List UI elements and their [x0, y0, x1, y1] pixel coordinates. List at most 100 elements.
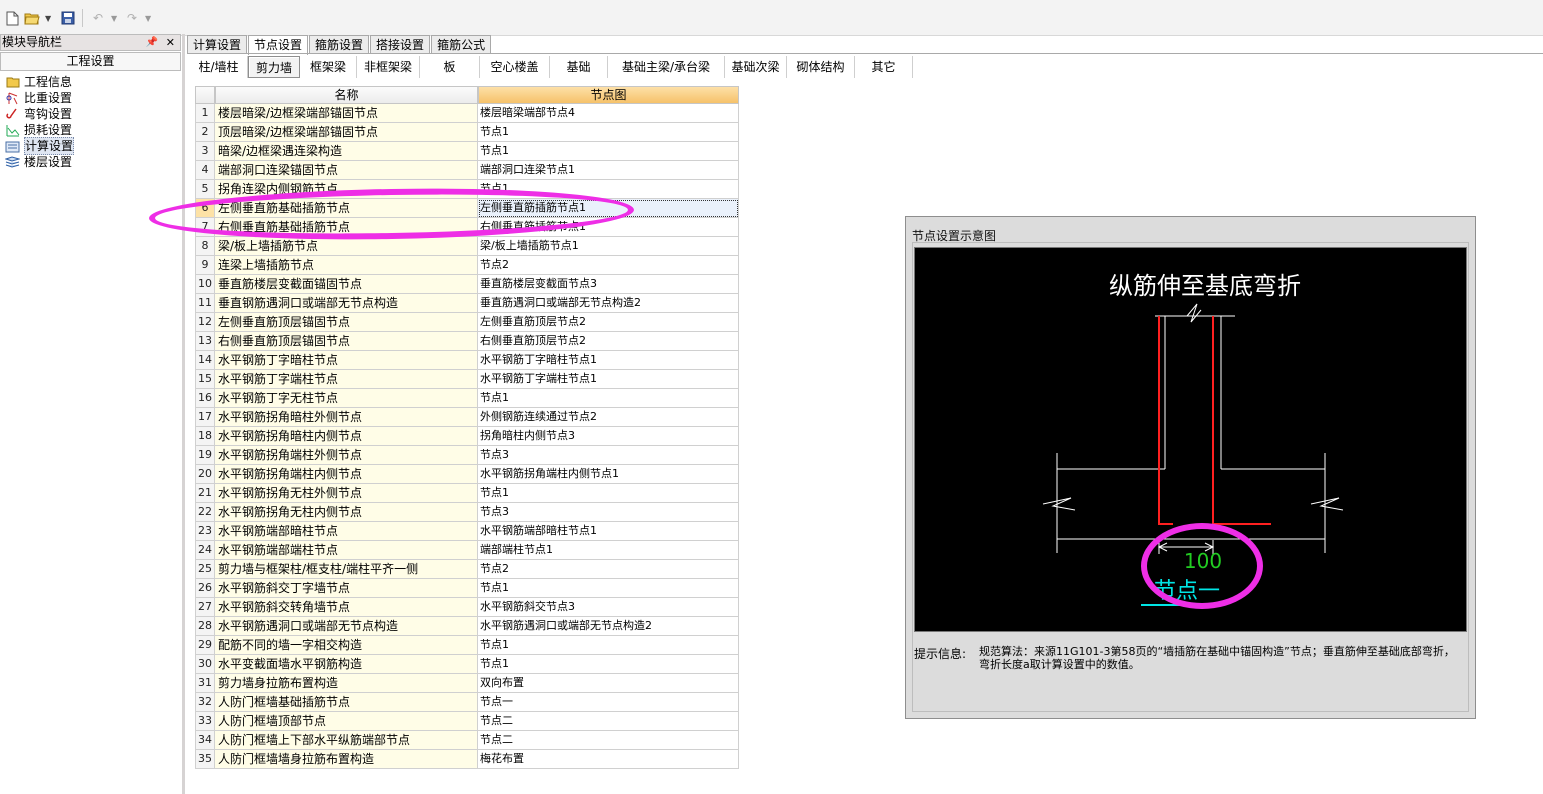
row-node-select[interactable]: 节点3	[478, 503, 739, 522]
row-number[interactable]: 28	[195, 617, 215, 636]
table-row[interactable]: 15 水平钢筋丁字端柱节点 水平钢筋丁字端柱节点1	[195, 370, 739, 389]
subtab-masonry[interactable]: 砌体结构	[787, 56, 855, 78]
row-number[interactable]: 26	[195, 579, 215, 598]
row-number[interactable]: 27	[195, 598, 215, 617]
row-number[interactable]: 4	[195, 161, 215, 180]
row-node-select[interactable]: 拐角暗柱内侧节点3	[478, 427, 739, 446]
row-node-select[interactable]: 水平钢筋遇洞口或端部无节点构造2	[478, 617, 739, 636]
tab-lap-settings[interactable]: 搭接设置	[370, 35, 431, 54]
row-number[interactable]: 33	[195, 712, 215, 731]
header-name[interactable]: 名称	[215, 86, 478, 104]
row-node-select[interactable]: 节点一	[478, 693, 739, 712]
row-number[interactable]: 30	[195, 655, 215, 674]
row-node-select[interactable]: 右侧垂直筋插筋节点1	[478, 218, 739, 237]
row-node-select[interactable]: 端部端柱节点1	[478, 541, 739, 560]
table-row[interactable]: 2 顶层暗梁/边框梁端部锚固节点 节点1	[195, 123, 739, 142]
subtab-foundation-main-beam[interactable]: 基础主梁/承台梁	[608, 56, 725, 78]
header-node-diagram[interactable]: 节点图	[478, 86, 739, 104]
row-node-select[interactable]: 节点1	[478, 180, 739, 199]
row-number[interactable]: 25	[195, 560, 215, 579]
row-number[interactable]: 13	[195, 332, 215, 351]
nav-item-loss[interactable]: 损耗设置	[0, 122, 181, 138]
table-row[interactable]: 24 水平钢筋端部端柱节点 端部端柱节点1	[195, 541, 739, 560]
row-node-select[interactable]: 节点二	[478, 712, 739, 731]
row-node-select[interactable]: 左侧垂直筋顶层节点2	[478, 313, 739, 332]
open-folder-icon[interactable]	[24, 10, 40, 26]
subtab-non-frame-beam[interactable]: 非框架梁	[357, 56, 420, 78]
row-node-select[interactable]: 节点3	[478, 446, 739, 465]
table-row[interactable]: 23 水平钢筋端部暗柱节点 水平钢筋端部暗柱节点1	[195, 522, 739, 541]
row-node-select[interactable]: 节点1	[478, 636, 739, 655]
row-node-select[interactable]: 垂直筋遇洞口或端部无节点构造2	[478, 294, 739, 313]
redo-icon[interactable]: ↷	[124, 10, 140, 26]
row-node-select[interactable]: 端部洞口连梁节点1	[478, 161, 739, 180]
table-row[interactable]: 5 拐角连梁内侧钢筋节点 节点1	[195, 180, 739, 199]
row-node-select[interactable]: 节点1	[478, 484, 739, 503]
subtab-column[interactable]: 柱/墙柱	[190, 56, 248, 78]
table-row[interactable]: 28 水平钢筋遇洞口或端部无节点构造 水平钢筋遇洞口或端部无节点构造2	[195, 617, 739, 636]
row-number[interactable]: 11	[195, 294, 215, 313]
table-row[interactable]: 7 右侧垂直筋基础插筋节点 右侧垂直筋插筋节点1	[195, 218, 739, 237]
row-node-select[interactable]: 节点1	[478, 655, 739, 674]
table-row[interactable]: 16 水平钢筋丁字无柱节点 节点1	[195, 389, 739, 408]
table-row[interactable]: 12 左侧垂直筋顶层锚固节点 左侧垂直筋顶层节点2	[195, 313, 739, 332]
table-row[interactable]: 11 垂直钢筋遇洞口或端部无节点构造 垂直筋遇洞口或端部无节点构造2	[195, 294, 739, 313]
nav-item-project-info[interactable]: 工程信息	[0, 74, 181, 90]
table-row[interactable]: 6 左侧垂直筋基础插筋节点 左侧垂直筋插筋节点1	[195, 199, 739, 218]
row-number[interactable]: 18	[195, 427, 215, 446]
row-node-select[interactable]: 外侧钢筋连续通过节点2	[478, 408, 739, 427]
row-number[interactable]: 20	[195, 465, 215, 484]
subtab-slab[interactable]: 板	[420, 56, 480, 78]
table-row[interactable]: 21 水平钢筋拐角无柱外侧节点 节点1	[195, 484, 739, 503]
subtab-shear-wall[interactable]: 剪力墙	[248, 56, 300, 78]
row-node-select[interactable]: 垂直筋楼层变截面节点3	[478, 275, 739, 294]
row-node-select[interactable]: 水平钢筋拐角端柱内侧节点1	[478, 465, 739, 484]
row-node-select[interactable]: 双向布置	[478, 674, 739, 693]
row-node-select[interactable]: 水平钢筋丁字端柱节点1	[478, 370, 739, 389]
table-row[interactable]: 33 人防门框墙顶部节点 节点二	[195, 712, 739, 731]
subtab-foundation-secondary-beam[interactable]: 基础次梁	[725, 56, 787, 78]
table-row[interactable]: 27 水平钢筋斜交转角墙节点 水平钢筋斜交节点3	[195, 598, 739, 617]
row-number[interactable]: 10	[195, 275, 215, 294]
table-row[interactable]: 22 水平钢筋拐角无柱内侧节点 节点3	[195, 503, 739, 522]
subtab-foundation[interactable]: 基础	[550, 56, 608, 78]
save-icon[interactable]	[60, 10, 76, 26]
row-number[interactable]: 3	[195, 142, 215, 161]
tab-node-settings[interactable]: 节点设置	[248, 35, 309, 55]
row-node-select[interactable]: 节点2	[478, 560, 739, 579]
nav-item-weight[interactable]: 比重设置	[0, 90, 181, 106]
row-number[interactable]: 35	[195, 750, 215, 769]
row-number[interactable]: 7	[195, 218, 215, 237]
table-row[interactable]: 19 水平钢筋拐角端柱外侧节点 节点3	[195, 446, 739, 465]
table-row[interactable]: 1 楼层暗梁/边框梁端部锚固节点 楼层暗梁端部节点4	[195, 104, 739, 123]
row-node-select[interactable]: 节点1	[478, 389, 739, 408]
row-node-select[interactable]: 节点二	[478, 731, 739, 750]
row-node-select[interactable]: 左侧垂直筋插筋节点1	[478, 199, 739, 218]
table-row[interactable]: 35 人防门框墙墙身拉筋布置构造 梅花布置	[195, 750, 739, 769]
row-number[interactable]: 14	[195, 351, 215, 370]
redo-dropdown-icon[interactable]: ▼	[145, 10, 153, 26]
row-number[interactable]: 24	[195, 541, 215, 560]
tab-stirrup-settings[interactable]: 箍筋设置	[309, 35, 370, 54]
nav-item-calc[interactable]: 计算设置	[0, 137, 181, 155]
open-dropdown-icon[interactable]: ▼	[45, 10, 53, 26]
table-row[interactable]: 9 连梁上墙插筋节点 节点2	[195, 256, 739, 275]
row-number[interactable]: 5	[195, 180, 215, 199]
row-number[interactable]: 9	[195, 256, 215, 275]
tab-stirrup-formula[interactable]: 箍筋公式	[431, 35, 492, 54]
row-node-select[interactable]: 梁/板上墙插筋节点1	[478, 237, 739, 256]
table-row[interactable]: 30 水平变截面墙水平钢筋构造 节点1	[195, 655, 739, 674]
row-number[interactable]: 2	[195, 123, 215, 142]
table-row[interactable]: 34 人防门框墙上下部水平纵筋端部节点 节点二	[195, 731, 739, 750]
row-number[interactable]: 17	[195, 408, 215, 427]
row-number[interactable]: 34	[195, 731, 215, 750]
row-node-select[interactable]: 楼层暗梁端部节点4	[478, 104, 739, 123]
row-number[interactable]: 31	[195, 674, 215, 693]
row-node-select[interactable]: 节点1	[478, 579, 739, 598]
row-number[interactable]: 32	[195, 693, 215, 712]
row-number[interactable]: 15	[195, 370, 215, 389]
row-node-select[interactable]: 水平钢筋丁字暗柱节点1	[478, 351, 739, 370]
subtab-hollow-floor[interactable]: 空心楼盖	[480, 56, 550, 78]
row-number[interactable]: 23	[195, 522, 215, 541]
table-row[interactable]: 32 人防门框墙基础插筋节点 节点一	[195, 693, 739, 712]
